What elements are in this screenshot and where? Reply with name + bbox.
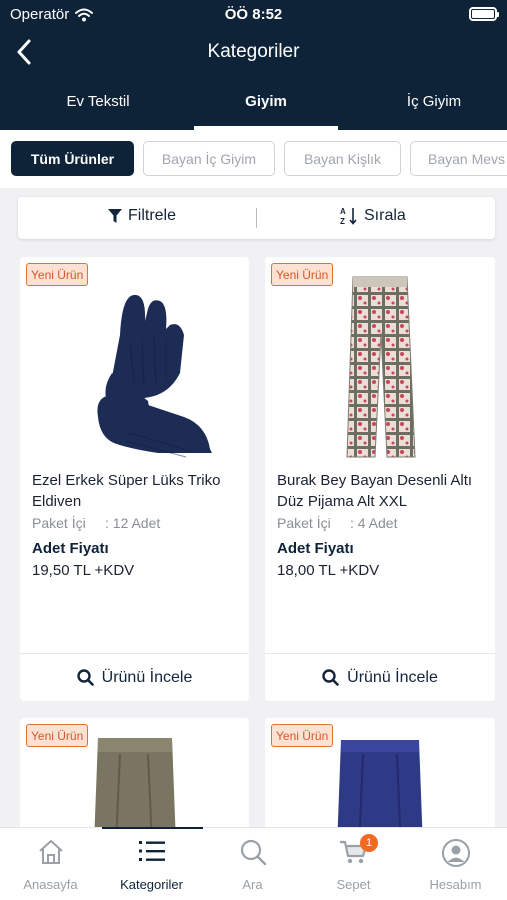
- nav-bar: Kategoriler: [0, 30, 507, 74]
- tab-cart[interactable]: 1 Sepet: [303, 828, 404, 900]
- package-label: Paket İçi: [277, 515, 331, 531]
- tab-search[interactable]: Ara: [202, 828, 303, 900]
- tab-search-label: Ara: [242, 877, 263, 892]
- divider: [256, 208, 257, 228]
- package-info: Paket İçi : 4 Adet: [277, 515, 397, 531]
- view-product-label: Ürünü İncele: [347, 668, 438, 686]
- tab-ev-tekstil[interactable]: Ev Tekstil: [38, 93, 158, 110]
- package-info: Paket İçi : 12 Adet: [32, 515, 160, 531]
- product-image-navy-skirt: [265, 738, 495, 838]
- tab-account[interactable]: Hesabım: [405, 828, 506, 900]
- price-value: 19,50 TL +KDV: [32, 562, 135, 579]
- tab-cart-label: Sepet: [336, 877, 371, 892]
- status-time: ÖÖ 8:52: [224, 6, 283, 23]
- home-icon: [38, 840, 63, 864]
- product-name: Ezel Erkek Süper Lüks Triko Eldiven: [32, 472, 221, 510]
- product-card[interactable]: Yeni Ürün Burak Bey Bayan Desenli Altı D…: [265, 257, 495, 701]
- tab-ic-giyim[interactable]: İç Giyim: [374, 93, 494, 110]
- product-card[interactable]: Yeni Ürün: [20, 718, 249, 838]
- subcategory-chips: Tüm Ürünler Bayan İç Giyim Bayan Kişlık …: [0, 130, 507, 188]
- tab-home[interactable]: Anasayfa: [0, 828, 101, 900]
- sort-label: Sırala: [364, 207, 406, 224]
- tab-categories[interactable]: Kategoriler: [101, 828, 202, 900]
- filter-label: Filtrele: [128, 207, 177, 224]
- svg-text:A: A: [340, 207, 346, 216]
- tab-account-label: Hesabım: [429, 877, 482, 892]
- price-label: Adet Fiyatı: [277, 540, 354, 557]
- product-image-gloves: [20, 273, 249, 461]
- category-tabs: Ev Tekstil Giyim İç Giyim: [0, 80, 507, 130]
- svg-text:Z: Z: [340, 217, 345, 225]
- chip-bayan-mevsimlik[interactable]: Bayan Mevs: [410, 141, 507, 176]
- filter-sort-bar: Filtrele A Z Sırala: [18, 197, 495, 239]
- package-value: : 12 Adet: [105, 515, 161, 531]
- search-icon: [240, 839, 266, 866]
- chip-tum-urunler[interactable]: Tüm Ürünler: [11, 141, 134, 176]
- bottom-tab-bar: Anasayfa Kategoriler Ara 1 Sepet Hesabım: [0, 827, 507, 900]
- product-image-skirt: [20, 734, 249, 838]
- header: Operatör ÖÖ 8:52 Kategoriler Ev Tekstil …: [0, 0, 507, 130]
- view-product-button[interactable]: Ürünü İncele: [265, 653, 495, 701]
- tab-categories-label: Kategoriler: [120, 877, 183, 892]
- package-value: : 4 Adet: [350, 515, 398, 531]
- account-icon: [441, 839, 470, 867]
- list-icon: [138, 841, 165, 861]
- tab-giyim[interactable]: Giyim: [206, 93, 326, 110]
- sort-button[interactable]: A Z Sırala: [340, 207, 406, 225]
- price-value: 18,00 TL +KDV: [277, 562, 380, 579]
- view-product-label: Ürünü İncele: [101, 668, 193, 686]
- product-card[interactable]: Yeni Ürün Ezel Erkek Süper Lüks Triko El…: [20, 257, 249, 701]
- view-product-button[interactable]: Ürünü İncele: [20, 653, 249, 701]
- funnel-icon: [108, 208, 122, 223]
- search-icon: [76, 669, 94, 686]
- chip-bayan-kislik[interactable]: Bayan Kişlık: [284, 141, 401, 176]
- price-label: Adet Fiyatı: [32, 540, 109, 557]
- tab-home-label: Anasayfa: [23, 877, 78, 892]
- filter-button[interactable]: Filtrele: [108, 207, 176, 225]
- search-icon: [322, 669, 339, 686]
- product-image-pajama: [265, 273, 495, 461]
- product-name: Burak Bey Bayan Desenli Altı Düz Pijama …: [277, 472, 473, 510]
- package-label: Paket İçi: [32, 515, 86, 531]
- status-bar: Operatör ÖÖ 8:52: [0, 0, 507, 28]
- page-title: Kategoriler: [207, 41, 300, 62]
- sort-az-icon: A Z: [340, 207, 357, 225]
- cart-count-badge: 1: [360, 834, 378, 852]
- product-card[interactable]: Yeni Ürün: [265, 718, 495, 838]
- battery-icon: [469, 7, 499, 21]
- chip-bayan-ic-giyim[interactable]: Bayan İç Giyim: [143, 141, 275, 176]
